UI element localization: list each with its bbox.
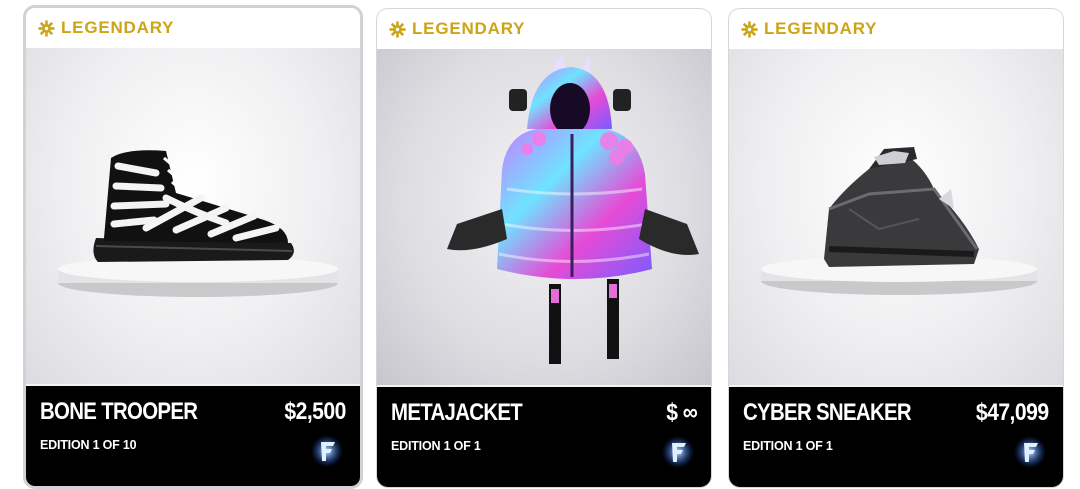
cyber-sneaker-image — [761, 147, 1037, 295]
nft-card-metajacket[interactable]: LEGENDARY METAJACKET $ ∞ EDITION 1 OF 1 — [376, 8, 712, 488]
blue-glowing-f-logo-icon — [662, 436, 694, 468]
skeleton-sneaker-image — [58, 150, 338, 297]
item-image[interactable] — [729, 49, 1063, 385]
nft-card-bone-trooper[interactable]: LEGENDARY BONE TROOPER $2,500 EDITION 1 … — [23, 5, 363, 489]
card-footer: METAJACKET $ ∞ EDITION 1 OF 1 — [377, 387, 711, 487]
gold-gear-emblem-icon — [741, 20, 758, 38]
holographic-jacket-image — [447, 53, 699, 364]
item-name: CYBER SNEAKER — [743, 399, 912, 426]
card-footer: BONE TROOPER $2,500 EDITION 1 OF 10 — [26, 386, 360, 486]
item-price: $2,500 — [284, 398, 347, 425]
card-header: LEGENDARY — [729, 9, 1063, 49]
gold-gear-emblem-icon — [38, 19, 55, 37]
card-header: LEGENDARY — [26, 8, 360, 48]
item-price: $47,099 — [976, 399, 1049, 426]
rarity-label: LEGENDARY — [61, 18, 175, 37]
edition-label: EDITION 1 OF 1 — [391, 439, 481, 453]
item-name: METAJACKET — [391, 399, 523, 426]
edition-label: EDITION 1 OF 10 — [40, 438, 137, 452]
item-image[interactable] — [26, 48, 360, 384]
blue-glowing-f-logo-icon — [311, 435, 343, 467]
blue-glowing-f-logo-icon — [1014, 436, 1046, 468]
nft-card-cyber-sneaker[interactable]: LEGENDARY CYBER SNEAKER $47,099 EDITION … — [728, 8, 1064, 488]
edition-label: EDITION 1 OF 1 — [743, 439, 833, 453]
rarity-label: LEGENDARY — [764, 19, 878, 38]
gold-gear-emblem-icon — [389, 20, 406, 38]
item-name: BONE TROOPER — [40, 398, 198, 425]
item-image[interactable] — [377, 49, 711, 385]
item-price: $ ∞ — [665, 399, 698, 426]
card-header: LEGENDARY — [377, 9, 711, 49]
card-footer: CYBER SNEAKER $47,099 EDITION 1 OF 1 — [729, 387, 1063, 487]
rarity-label: LEGENDARY — [412, 19, 526, 38]
